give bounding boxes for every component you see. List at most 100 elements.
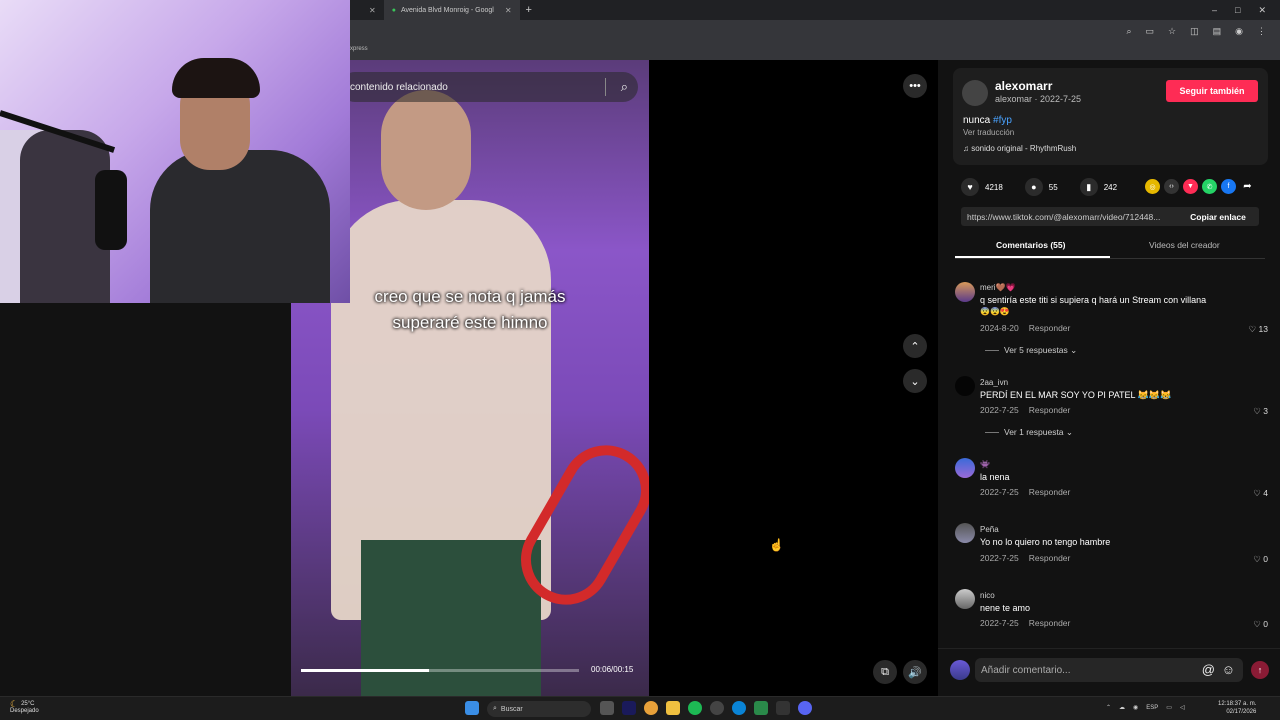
translate-link[interactable]: Ver traducción (963, 128, 1014, 137)
emoji-icon[interactable]: ☺ (1222, 662, 1235, 677)
taskbar-search[interactable]: ⌕ Buscar (487, 701, 591, 717)
zoom-icon[interactable]: ⌕ (1126, 26, 1131, 37)
reply-button[interactable]: Responder (1029, 487, 1071, 497)
comment-date: 2022-7-25 (980, 405, 1019, 415)
browser-tab-maps[interactable]: ● Avenida Blvd Monroig - Googl ✕ (383, 0, 520, 20)
music-note-icon: ♫ (963, 144, 972, 153)
comment-like[interactable]: ♡ 4 (1238, 488, 1268, 499)
follow-button[interactable]: Seguir también (1166, 80, 1258, 102)
saves-count: 242 (1103, 182, 1118, 192)
send-to-friends-icon[interactable]: ▼ (1183, 179, 1198, 194)
heart-outline-icon: ♡ (1253, 488, 1261, 498)
weather-widget[interactable]: ☾ 25°C Despejado (10, 699, 39, 715)
like-count: 0 (1263, 554, 1268, 564)
edge-icon[interactable] (732, 701, 746, 715)
commenter-avatar[interactable] (955, 458, 975, 478)
share-link-url[interactable]: https://www.tiktok.com/@alexomarr/video/… (961, 212, 1177, 222)
app-icon[interactable] (776, 701, 790, 715)
comment-like[interactable]: ♡ 13 (1238, 324, 1268, 335)
bookmark-item[interactable]: xpress (350, 46, 368, 52)
reply-button[interactable]: Responder (1029, 405, 1071, 415)
cloud-icon[interactable]: ☁ (1119, 704, 1125, 711)
profile-icon[interactable]: ◉ (1235, 26, 1243, 37)
cast-icon[interactable]: ▭ (1146, 26, 1155, 37)
reply-button[interactable]: Responder (1029, 323, 1071, 333)
chevron-up-icon[interactable]: ⌃ (1106, 704, 1111, 711)
video-time: 00:06/00:15 (591, 665, 634, 674)
store-icon[interactable] (754, 701, 768, 715)
comment-like[interactable]: ♡ 0 (1238, 554, 1268, 565)
sidepanel-icon[interactable]: ▤ (1213, 26, 1222, 37)
heart-icon[interactable]: ♥ (961, 178, 979, 196)
comment-username[interactable]: meri🤎💗 (980, 283, 1015, 292)
discord-icon[interactable] (798, 701, 812, 715)
video-face (381, 90, 471, 210)
speaker-icon[interactable]: ◁ (1180, 704, 1185, 711)
next-video-button[interactable]: ⌄ (903, 369, 927, 393)
previous-video-button[interactable]: ⌃ (903, 334, 927, 358)
new-tab-icon[interactable]: + (526, 4, 532, 16)
author-name[interactable]: alexomarr (995, 79, 1052, 93)
taskbar-clock[interactable]: 12:18:37 a. m. 02/17/2026 (1218, 700, 1256, 716)
author-avatar[interactable] (962, 80, 988, 106)
comment-username[interactable]: 2aa_ivn (980, 378, 1008, 387)
obs-icon[interactable] (710, 701, 724, 715)
embed-icon[interactable]: ‹› (1164, 179, 1179, 194)
close-tab-icon[interactable]: ✕ (505, 6, 512, 15)
reply-button[interactable]: Responder (1029, 618, 1071, 628)
bookmark-icon[interactable]: ▮ (1079, 178, 1098, 196)
network-icon[interactable]: ▭ (1166, 704, 1172, 711)
more-options-button[interactable]: ••• (903, 74, 927, 98)
copy-link-button[interactable]: Copiar enlace (1177, 212, 1259, 222)
reply-button[interactable]: Responder (1029, 553, 1071, 563)
address-bar: ⌕ ▭ ☆ ◫ ▤ ◉ ⋮ (350, 20, 1280, 42)
facebook-icon[interactable]: f (1221, 179, 1236, 194)
star-icon[interactable]: ☆ (1168, 26, 1176, 37)
volume-button[interactable]: 🔊 (903, 660, 927, 684)
tab-creator-videos[interactable]: Videos del creador (1149, 240, 1220, 250)
commenter-avatar[interactable] (955, 376, 975, 396)
tab-comments[interactable]: Comentarios (55) (996, 240, 1065, 250)
comment-icon[interactable]: ● (1024, 178, 1043, 196)
whatsapp-icon[interactable]: ✆ (1202, 179, 1217, 194)
view-replies-link[interactable]: Ver 5 respuestas ⌄ (985, 345, 1077, 356)
hashtag-link[interactable]: #fyp (993, 115, 1012, 126)
file-explorer-icon[interactable] (666, 701, 680, 715)
screen: ✕ ● Avenida Blvd Monroig - Googl ✕ + – □ ✕… (0, 0, 1280, 720)
comment-username[interactable]: Peña (980, 525, 999, 534)
close-window-icon[interactable]: ✕ (1258, 5, 1266, 16)
maximize-icon[interactable]: □ (1235, 5, 1240, 16)
comment-placeholder: Añadir comentario... (981, 664, 1071, 676)
extensions-icon[interactable]: ◫ (1190, 26, 1199, 37)
menu-icon[interactable]: ⋮ (1257, 26, 1266, 37)
commenter-avatar[interactable] (955, 589, 975, 609)
send-arrow-icon[interactable]: ↑ (1251, 661, 1269, 679)
premiere-icon[interactable] (622, 701, 636, 715)
comment-like[interactable]: ♡ 3 (1238, 406, 1268, 417)
minimize-icon[interactable]: – (1212, 5, 1217, 16)
spotify-icon[interactable] (688, 701, 702, 715)
close-tab-icon[interactable]: ✕ (369, 6, 376, 15)
pip-button[interactable]: ⧉ (873, 660, 897, 684)
coin-icon[interactable]: ◎ (1145, 179, 1160, 194)
language-indicator[interactable]: ESP (1146, 705, 1158, 711)
comment-input[interactable]: Añadir comentario... @ ☺ (975, 658, 1243, 682)
share-arrow-icon[interactable]: ➦ (1240, 179, 1255, 194)
sound-row[interactable]: ♫ sonido original - RhythmRush (963, 144, 1076, 153)
commenter-avatar[interactable] (955, 282, 975, 302)
browser-tab[interactable]: ✕ (350, 0, 384, 20)
task-view-icon[interactable] (600, 701, 614, 715)
comment-like[interactable]: ♡ 0 (1238, 619, 1268, 630)
comment-username[interactable]: nico (980, 591, 995, 600)
related-search[interactable]: contenido relacionado ⌕ (340, 72, 638, 102)
mention-icon[interactable]: @ (1202, 662, 1215, 677)
start-icon[interactable] (465, 701, 479, 715)
video-progress-bar[interactable] (301, 669, 579, 672)
comment-username[interactable]: 👾 (980, 460, 990, 469)
moon-icon: ☾ (10, 699, 19, 709)
view-replies-link[interactable]: Ver 1 respuesta ⌄ (985, 427, 1073, 438)
chrome-icon[interactable] (644, 701, 658, 715)
mic-icon[interactable]: ◉ (1133, 704, 1138, 711)
search-icon[interactable]: ⌕ (621, 79, 628, 95)
commenter-avatar[interactable] (955, 523, 975, 543)
